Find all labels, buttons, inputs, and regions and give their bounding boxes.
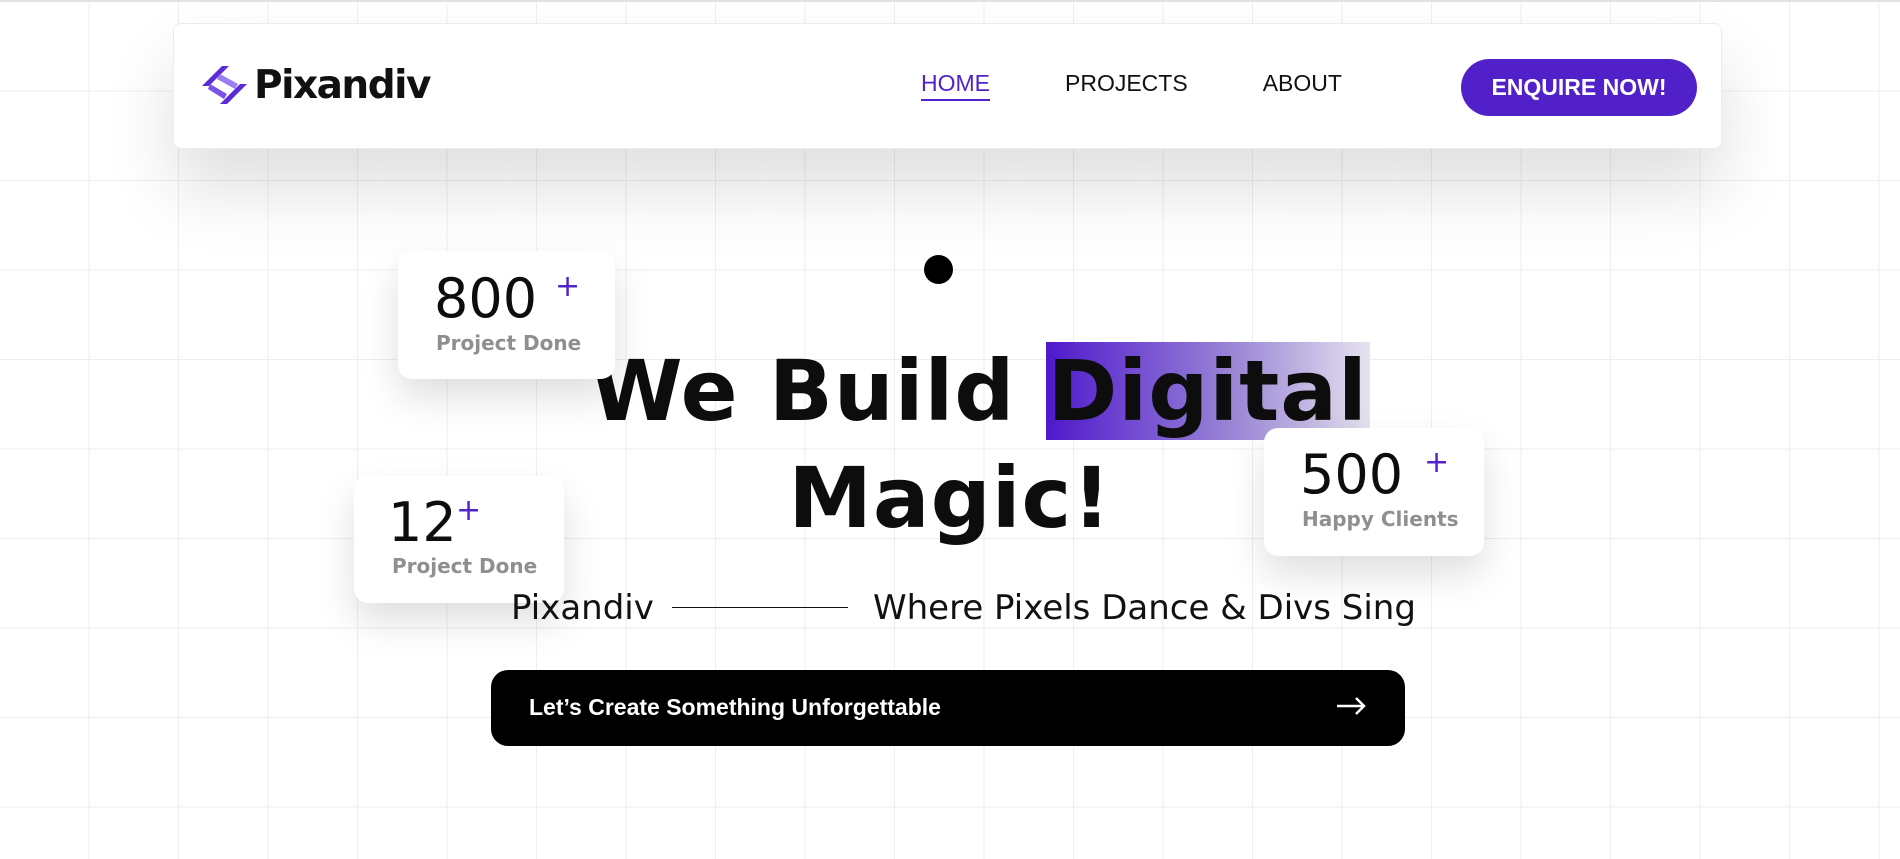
decorative-dot xyxy=(924,255,953,284)
logo-text: Pixandiv xyxy=(254,62,431,108)
stat-card-clients: 500 + Happy Clients xyxy=(1264,428,1484,556)
stat-card-projects: 800 + Project Done xyxy=(398,251,615,379)
stat-label: Project Done xyxy=(436,331,582,355)
plus-icon: + xyxy=(456,493,482,528)
headline-highlight: Digital xyxy=(1045,342,1370,440)
main-nav: HOME PROJECTS ABOUT xyxy=(921,70,1342,101)
headline-text: We Build xyxy=(590,342,1046,440)
stat-label: Project Done xyxy=(392,554,538,578)
stat-value: 12 xyxy=(388,491,457,554)
stat-value: 500 xyxy=(1300,443,1404,506)
logo[interactable]: Pixandiv xyxy=(198,62,431,108)
tagline-text: Where Pixels Dance & Divs Sing xyxy=(873,588,1416,628)
arrow-right-icon xyxy=(1335,690,1367,725)
tagline-brand: Pixandiv xyxy=(511,588,654,628)
enquire-now-button[interactable]: ENQUIRE NOW! xyxy=(1461,59,1697,116)
page: Pixandiv HOME PROJECTS ABOUT ENQUIRE NOW… xyxy=(0,0,1900,859)
plus-icon: + xyxy=(555,269,581,304)
cta-label: Let’s Create Something Unforgettable xyxy=(529,694,941,720)
headline-line-1: We Build Digital xyxy=(590,338,1370,445)
tagline: Pixandiv Where Pixels Dance & Divs Sing xyxy=(511,584,1416,632)
nav-link-home[interactable]: HOME xyxy=(921,70,990,101)
nav-link-projects[interactable]: PROJECTS xyxy=(1065,70,1188,101)
stat-label: Happy Clients xyxy=(1302,507,1459,531)
stat-value: 800 xyxy=(434,267,538,330)
create-something-button[interactable]: Let’s Create Something Unforgettable xyxy=(491,670,1405,746)
tagline-divider xyxy=(672,607,848,608)
navbar: Pixandiv HOME PROJECTS ABOUT ENQUIRE NOW… xyxy=(173,23,1722,149)
plus-icon: + xyxy=(1424,445,1450,480)
nav-link-about[interactable]: ABOUT xyxy=(1263,70,1342,101)
hero-headline: We Build Digital Magic! xyxy=(590,338,1370,552)
logo-icon xyxy=(198,62,248,108)
headline-line-2: Magic! xyxy=(788,449,1112,547)
